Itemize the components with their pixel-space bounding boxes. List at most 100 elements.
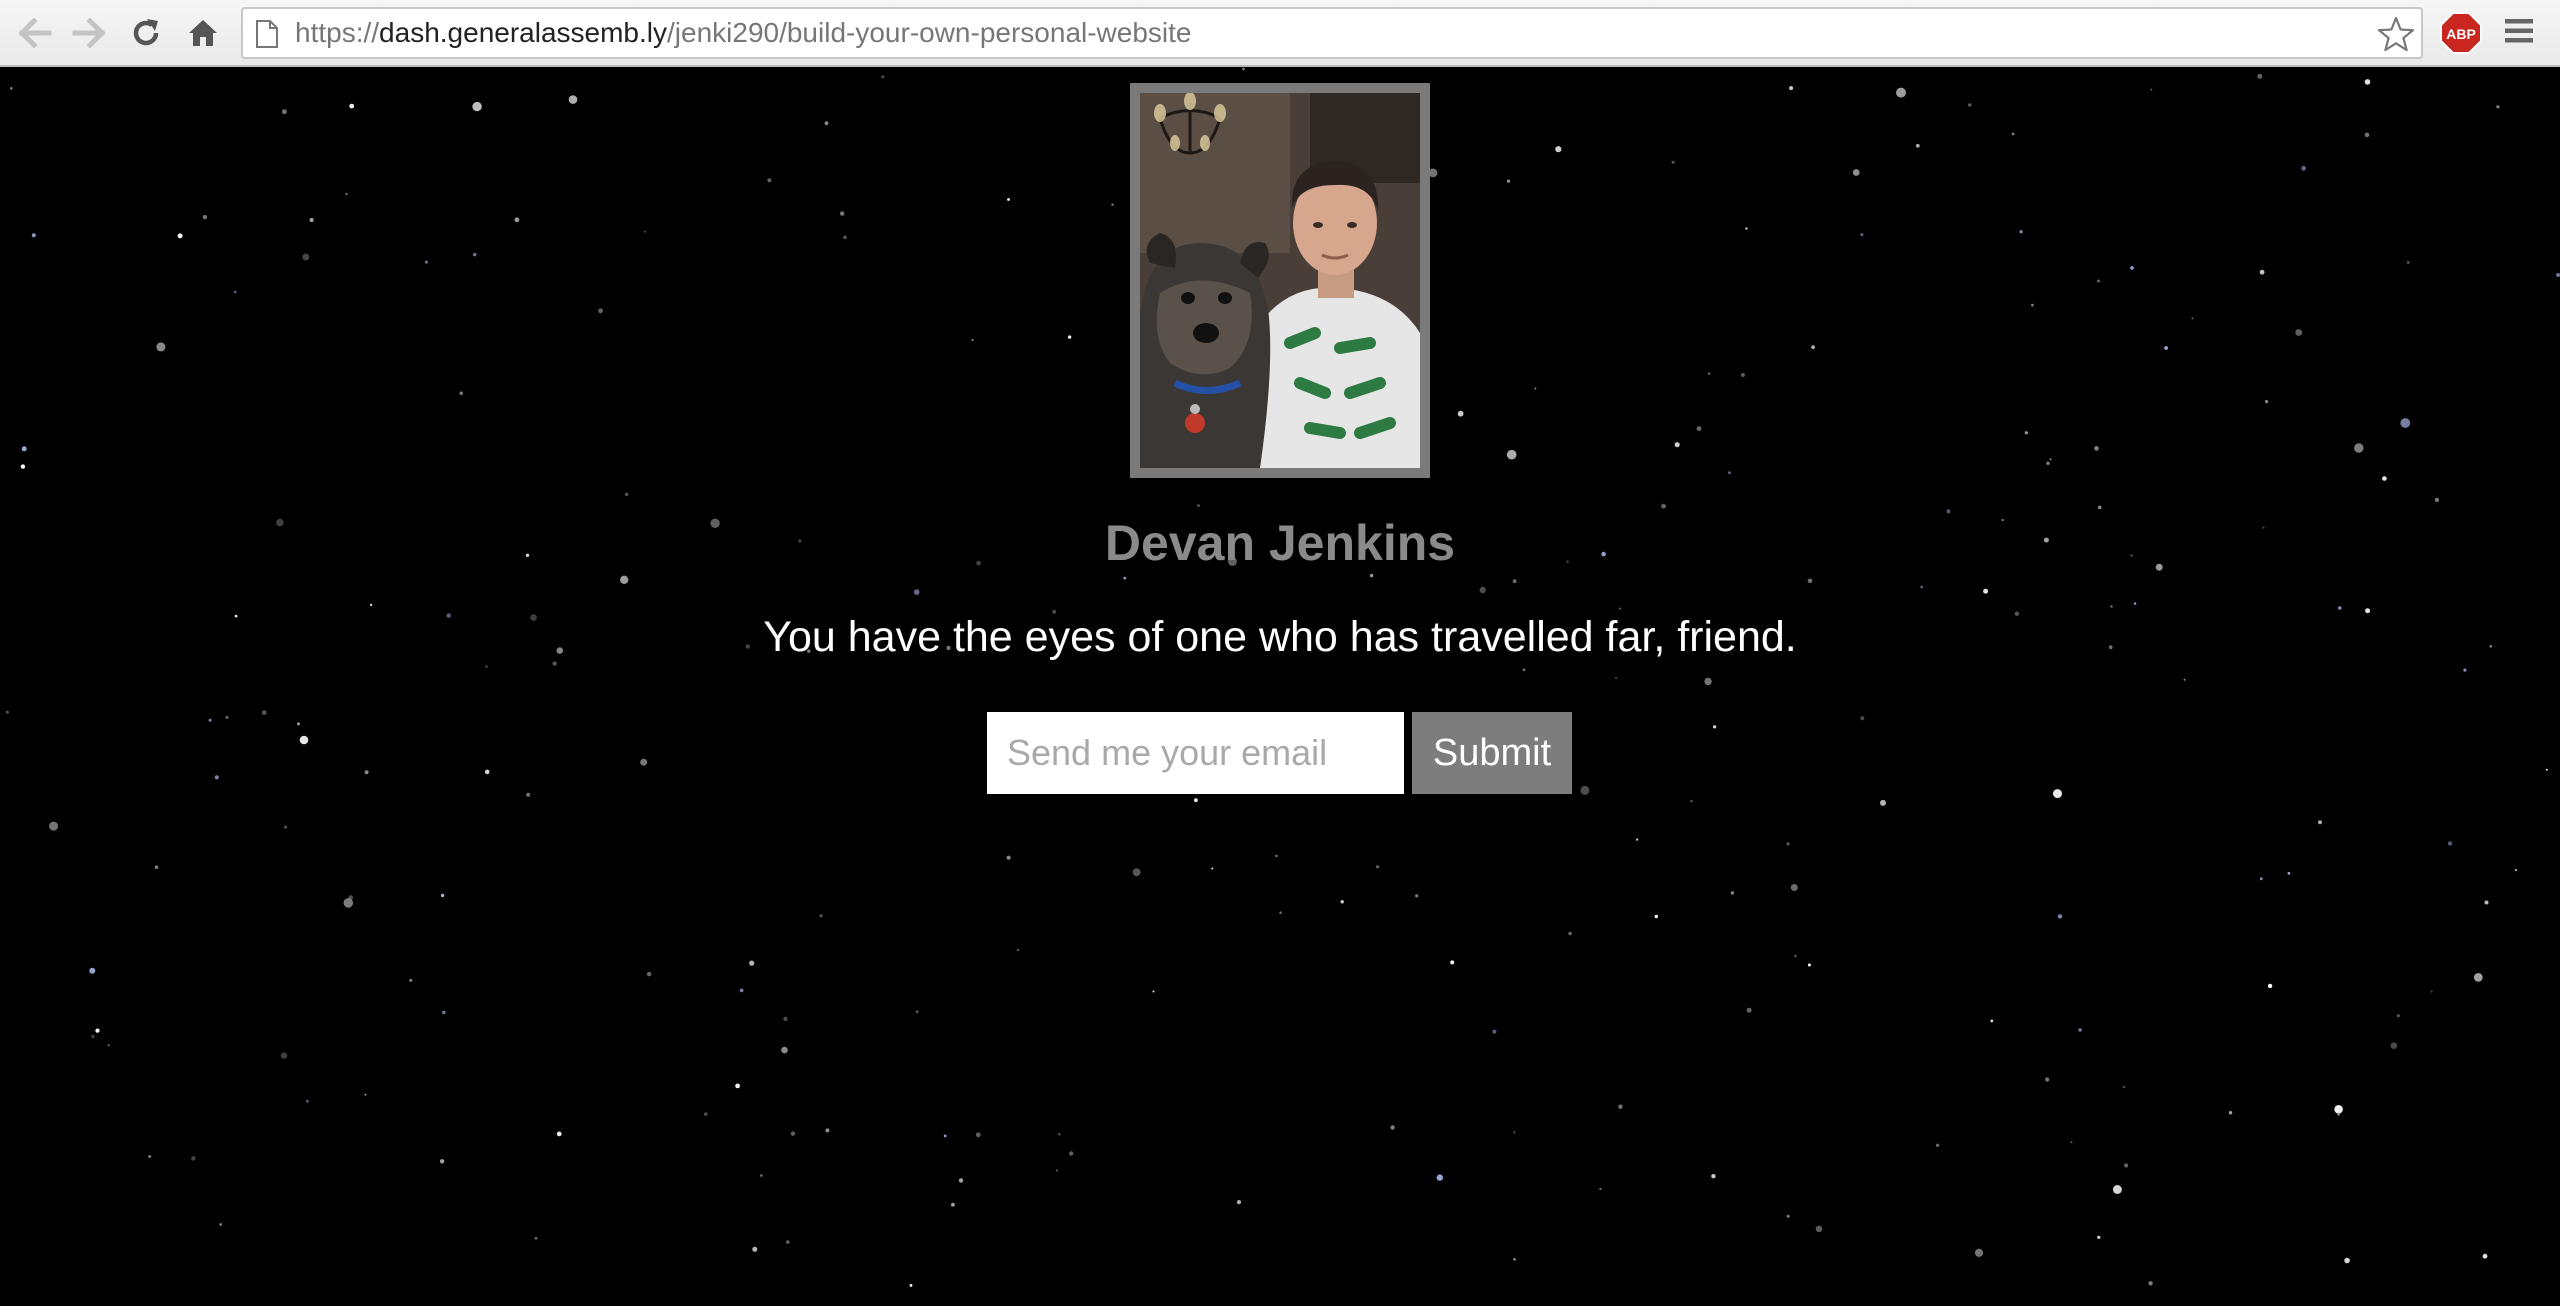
star: [1534, 387, 1537, 390]
star: [1740, 372, 1745, 378]
star: [1492, 1029, 1497, 1034]
star: [752, 1246, 758, 1252]
star: [1811, 345, 1815, 350]
star: [1615, 677, 1618, 680]
star: [1506, 179, 1511, 183]
back-arrow-icon: [18, 18, 52, 48]
bookmark-star-icon[interactable]: [2377, 16, 2415, 52]
star: [299, 735, 309, 745]
star: [2150, 88, 2153, 91]
star: [225, 715, 229, 719]
star: [825, 1128, 830, 1133]
star: [95, 1028, 100, 1033]
star: [1568, 931, 1572, 936]
profile-photo: [1140, 93, 1420, 468]
star: [1007, 198, 1010, 201]
back-button[interactable]: [14, 12, 56, 54]
profile-photo-frame: [1130, 83, 1430, 478]
star: [1896, 87, 1906, 98]
star: [1696, 426, 1702, 431]
star: [1056, 1169, 1059, 1172]
star: [91, 1034, 95, 1039]
adblock-plus-button[interactable]: ABP: [2440, 12, 2482, 54]
star: [1654, 914, 1659, 919]
star: [439, 1159, 445, 1164]
star: [1990, 1019, 1994, 1023]
star: [1915, 143, 1920, 148]
star: [1935, 1143, 1940, 1148]
star: [2046, 461, 2050, 465]
star: [2259, 877, 2263, 881]
email-input[interactable]: [987, 712, 1404, 794]
star: [1513, 1131, 1516, 1134]
star: [1746, 1007, 1752, 1013]
menu-icon: [2505, 19, 2533, 43]
star: [473, 252, 477, 257]
star: [824, 121, 829, 126]
star: [568, 95, 578, 104]
star: [843, 235, 847, 240]
star: [840, 211, 845, 216]
star: [2287, 871, 2291, 875]
star: [1152, 990, 1155, 993]
star: [1860, 716, 1865, 721]
star: [2228, 1111, 2233, 1115]
star: [1132, 868, 1141, 877]
reload-button[interactable]: [125, 12, 167, 54]
adblock-plus-icon: ABP: [2440, 12, 2482, 54]
star: [409, 978, 413, 983]
star: [1067, 335, 1072, 339]
browser-menu-button[interactable]: [2502, 15, 2542, 51]
star: [1690, 800, 1693, 803]
star: [1236, 1200, 1242, 1205]
star: [364, 1093, 367, 1096]
star: [1522, 668, 1526, 672]
star: [485, 665, 488, 668]
star: [2400, 418, 2411, 428]
star: [2482, 1253, 2488, 1259]
star: [1123, 576, 1127, 580]
star: [2259, 269, 2265, 275]
star: [2057, 914, 2063, 919]
star: [2496, 105, 2500, 109]
star: [2024, 431, 2028, 435]
star: [2337, 1112, 2341, 1116]
star: [1661, 503, 1666, 509]
star: [2301, 165, 2307, 171]
star: [1635, 838, 1639, 841]
star: [951, 1202, 955, 1207]
star: [1057, 1132, 1061, 1136]
star: [2447, 841, 2453, 846]
star: [459, 391, 463, 395]
star: [472, 101, 482, 112]
star: [2354, 443, 2364, 453]
star: [1436, 1174, 1444, 1181]
star: [2049, 458, 2052, 461]
star: [2011, 132, 2015, 136]
star: [2110, 605, 2113, 608]
star: [786, 1240, 790, 1244]
star: [1728, 471, 1731, 474]
star: [370, 603, 373, 607]
forward-button[interactable]: [68, 12, 110, 54]
page-icon: [256, 20, 278, 48]
star: [1006, 855, 1011, 860]
star: [1450, 960, 1455, 965]
star: [2364, 132, 2370, 138]
star: [1197, 504, 1200, 507]
star: [177, 233, 183, 239]
star: [1671, 160, 1675, 164]
address-bar[interactable]: https://dash.generalassemb.ly/jenki290/b…: [241, 7, 2423, 59]
star: [156, 342, 166, 352]
star: [1790, 884, 1798, 891]
star: [2334, 1105, 2343, 1114]
star: [154, 865, 159, 869]
star: [233, 290, 237, 294]
submit-button[interactable]: Submit: [1412, 712, 1572, 794]
star: [640, 758, 648, 766]
home-button[interactable]: [182, 12, 224, 54]
profile-name: Devan Jenkins: [1104, 515, 1456, 571]
star: [1704, 677, 1712, 686]
reload-icon: [133, 19, 159, 46]
star: [280, 1052, 288, 1059]
